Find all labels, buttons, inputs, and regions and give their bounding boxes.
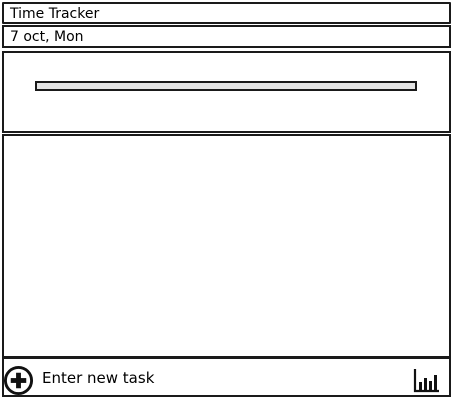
app-title: Time Tracker [10,6,100,22]
plus-circle-icon[interactable] [3,365,34,396]
progress-bar [35,81,417,91]
current-date: 7 oct, Mon [10,29,84,45]
date-bar[interactable]: 7 oct, Mon [2,25,451,48]
title-bar: Time Tracker [2,2,451,24]
new-task-bar [2,357,451,397]
progress-panel [2,51,451,133]
task-list[interactable] [2,134,451,358]
bar-chart-icon[interactable] [413,367,441,393]
time-tracker-window: Time Tracker 7 oct, Mon [0,0,457,400]
new-task-input[interactable] [40,365,404,391]
